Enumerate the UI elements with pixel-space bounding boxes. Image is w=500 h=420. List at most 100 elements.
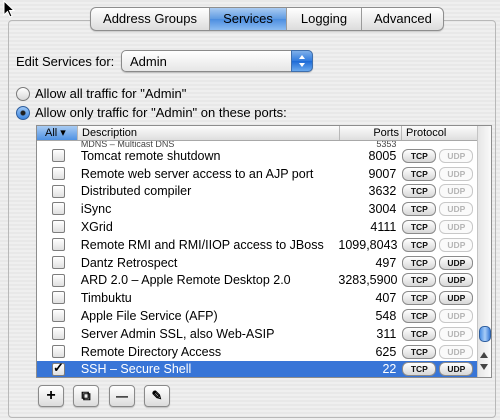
udp-toggle[interactable]: UDP [439,184,474,199]
remove-service-button[interactable]: — [109,385,135,407]
table-row[interactable]: Server Admin SSL, also Web-ASIP 311 TCP UDP [37,325,477,343]
table-row[interactable]: Remote RMI and RMI/IIOP access to JBoss 1… [37,236,477,254]
tcp-toggle[interactable]: TCP [402,344,437,359]
duplicate-icon: ⧉ [81,388,91,403]
row-ports: 407 [375,291,397,306]
row-checkbox[interactable] [52,149,65,162]
tcp-toggle[interactable]: TCP [402,309,437,324]
tcp-toggle[interactable]: TCP [402,202,437,217]
table-row[interactable]: Distributed compiler 3632 TCP UDP [37,183,477,201]
column-description[interactable]: Description [78,126,340,140]
row-protocols: TCP UDP [400,148,477,163]
tcp-toggle[interactable]: TCP [402,166,437,181]
tcp-toggle[interactable]: TCP [402,273,437,288]
row-checkbox[interactable] [52,309,65,323]
row-checkbox[interactable] [52,237,65,251]
table-row[interactable]: Remote Directory Access 625 TCP UDP [37,343,477,361]
udp-toggle[interactable]: UDP [439,255,474,270]
row-check-cell [37,325,78,343]
plus-icon: + [46,387,56,404]
column-all[interactable]: All ▾ [37,126,78,140]
radio-button[interactable] [16,86,30,101]
udp-toggle[interactable]: UDP [439,291,474,306]
table-row[interactable]: SSH – Secure Shell22TCPUDP [37,360,477,377]
mouse-pointer-icon [3,0,16,18]
row-description: Apple File Service (AFP) [80,309,218,324]
table-row[interactable]: Timbuktu 407 TCP UDP [37,289,477,307]
tcp-toggle[interactable]: TCP [402,291,437,306]
row-check-cell [37,343,78,361]
row-description: Dantz Retrospect [80,255,178,270]
row-description: Remote Directory Access [80,344,222,359]
tab-services[interactable]: Services [210,8,287,30]
udp-toggle[interactable]: UDP [439,326,474,341]
udp-toggle[interactable]: UDP [439,148,474,163]
row-checkbox[interactable] [52,184,65,198]
table-scrollbar[interactable] [477,126,491,377]
tcp-toggle[interactable]: TCP [402,255,437,270]
table-row[interactable]: iSync 3004 TCP UDP [37,200,477,218]
edit-services-select[interactable]: Admin [121,50,313,72]
row-description: Remote web server access to an AJP port [80,166,314,181]
minus-icon: — [116,389,128,403]
scroll-up-arrow-icon[interactable] [480,352,488,358]
row-check-cell [37,165,78,183]
tcp-toggle[interactable]: TCP [402,326,437,341]
column-ports[interactable]: Ports [340,126,402,140]
row-checkbox[interactable] [52,326,65,340]
row-protocols: TCP UDP [400,184,477,199]
row-description: Remote RMI and RMI/IIOP access to JBoss [80,237,324,252]
row-checkbox[interactable] [52,344,65,358]
row-check-cell [37,254,78,272]
select-arrows-icon [291,50,313,72]
table-row[interactable]: Apple File Service (AFP) 548 TCP UDP [37,307,477,325]
udp-toggle[interactable]: UDP [439,220,474,235]
row-protocols: TCP UDP [400,362,477,377]
udp-toggle[interactable]: UDP [439,344,474,359]
radio-allow-all[interactable]: Allow all traffic for "Admin" [16,86,186,101]
row-checkbox[interactable] [52,220,65,234]
row-checkbox[interactable] [52,166,65,180]
row-check-cell [37,218,78,236]
edit-service-button[interactable]: ✎ [144,385,170,407]
tcp-toggle[interactable]: TCP [402,184,437,199]
row-description: SSH – Secure Shell [80,362,192,377]
row-ports: 22 [382,362,397,377]
udp-toggle[interactable]: UDP [439,273,474,288]
table-row[interactable]: Remote web server access to an AJP port 9… [37,165,477,183]
row-checkbox[interactable] [52,291,65,305]
services-table[interactable]: All ▾ Description Ports Protocol MDNS – … [36,125,492,378]
row-description: ARD 2.0 – Apple Remote Desktop 2.0 [80,273,291,288]
row-ports: 625 [375,344,397,359]
udp-toggle[interactable]: UDP [439,202,474,217]
tcp-toggle[interactable]: TCP [402,220,437,235]
radio-allow-only[interactable]: Allow only traffic for "Admin" on these … [16,105,287,120]
tcp-toggle[interactable]: TCP [402,237,437,252]
tcp-toggle[interactable]: TCP [402,148,437,163]
row-protocols: TCP UDP [400,326,477,341]
tab-address-groups[interactable]: Address Groups [91,8,210,30]
radio-button-selected[interactable] [16,105,30,120]
tcp-toggle[interactable]: TCP [402,362,437,377]
add-service-button[interactable]: + [38,385,64,407]
tab-advanced[interactable]: Advanced [362,8,443,30]
row-checkbox[interactable] [52,255,65,269]
udp-toggle[interactable]: UDP [439,237,474,252]
table-row[interactable]: XGrid 4111 TCP UDP [37,218,477,236]
udp-toggle[interactable]: UDP [439,309,474,324]
duplicate-service-button[interactable]: ⧉ [73,385,99,407]
udp-toggle[interactable]: UDP [439,166,474,181]
scrollbar-thumb[interactable] [479,326,491,342]
table-row[interactable]: Dantz Retrospect 497 TCP UDP [37,254,477,272]
column-protocol[interactable]: Protocol [402,126,477,140]
udp-toggle[interactable]: UDP [439,362,474,377]
row-checkbox[interactable] [52,273,65,287]
tab-logging[interactable]: Logging [287,8,362,30]
row-description: Server Admin SSL, also Web-ASIP [80,326,275,341]
row-checkbox[interactable] [52,360,65,376]
row-check-cell [37,183,78,201]
table-row[interactable]: ARD 2.0 – Apple Remote Desktop 2.0 3283,5… [37,272,477,290]
table-row[interactable]: Tomcat remote shutdown 8005 TCP UDP [37,147,477,165]
row-checkbox[interactable] [52,202,65,216]
scroll-down-arrow-icon[interactable] [480,364,488,370]
